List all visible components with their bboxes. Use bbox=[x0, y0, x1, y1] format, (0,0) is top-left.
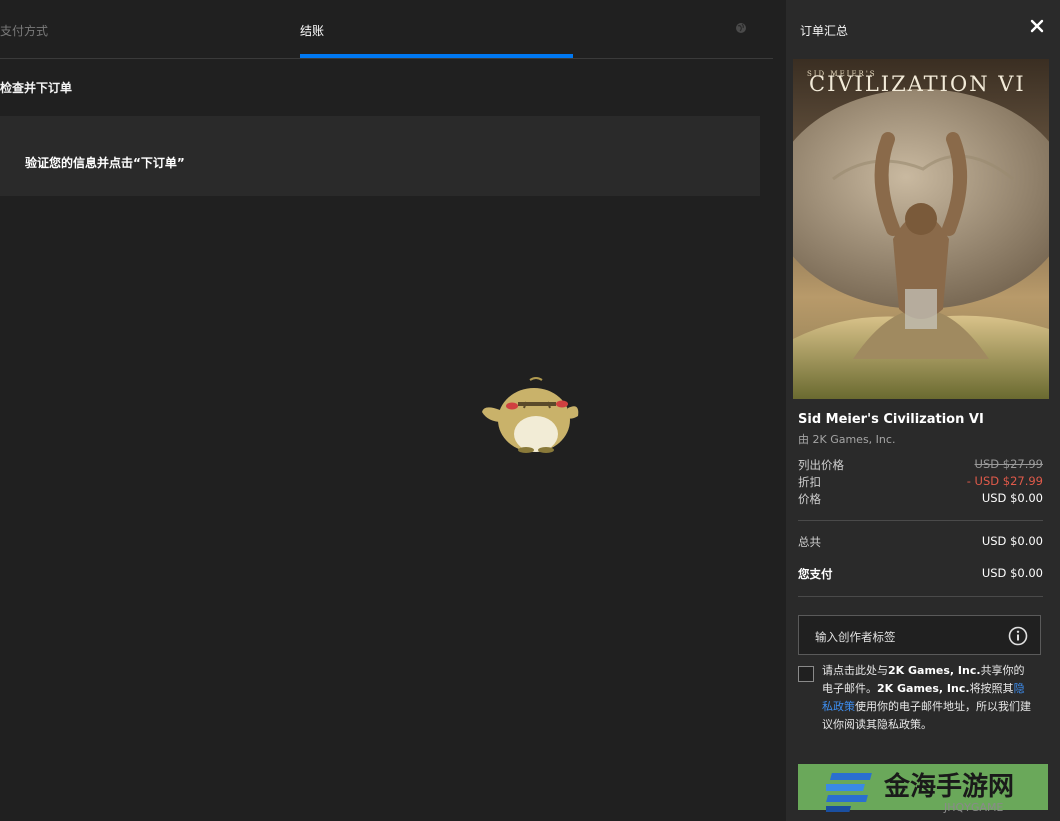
verify-info-text: 验证您的信息并点击“下订单” bbox=[25, 156, 185, 170]
checkout-main: 支付方式 结账 检查并下订单 验证您的信息并点击“下订单” bbox=[0, 0, 786, 821]
order-summary-title: 订单汇总 bbox=[800, 24, 849, 38]
discount-value: - USD $27.99 bbox=[966, 474, 1043, 488]
you-pay-label: 您支付 bbox=[798, 567, 833, 581]
tab-checkout[interactable]: 结账 bbox=[300, 22, 324, 39]
checkout-tabs: 支付方式 结账 bbox=[0, 0, 773, 59]
review-order-title: 检查并下订单 bbox=[0, 81, 73, 95]
total-value: USD $0.00 bbox=[981, 534, 1043, 548]
total-label: 总共 bbox=[798, 535, 821, 549]
share-email-checkbox[interactable] bbox=[798, 666, 814, 682]
verify-info-panel: 验证您的信息并点击“下订单” bbox=[0, 116, 760, 196]
you-pay-row: 您支付 USD $0.00 bbox=[798, 566, 1043, 582]
price-value: USD $0.00 bbox=[981, 491, 1043, 505]
list-price-value: USD $27.99 bbox=[974, 457, 1043, 471]
summary-divider bbox=[798, 596, 1043, 597]
order-summary-panel: 订单汇总 SID MEIER'S CIVILIZATION VI Sid Mei… bbox=[786, 0, 1060, 821]
price-row: 价格 USD $0.00 bbox=[798, 491, 1043, 507]
total-row: 总共 USD $0.00 bbox=[798, 534, 1043, 550]
list-price-row: 列出价格 USD $27.99 bbox=[798, 457, 1043, 473]
discount-label: 折扣 bbox=[798, 475, 821, 489]
share-email-consent-text: 请点击此处与2K Games, Inc.共享你的电子邮件。2K Games, I… bbox=[822, 662, 1032, 734]
cover-art: SID MEIER'S CIVILIZATION VI bbox=[793, 59, 1049, 399]
creator-tag-placeholder: 输入创作者标签 bbox=[815, 630, 896, 644]
publisher: 由 2K Games, Inc. bbox=[798, 433, 896, 446]
creator-tag-input[interactable]: 输入创作者标签 bbox=[798, 615, 1041, 655]
game-cover-image: SID MEIER'S CIVILIZATION VI bbox=[793, 59, 1049, 399]
loading-mascot-icon bbox=[482, 377, 579, 453]
globe-icon[interactable] bbox=[735, 22, 747, 34]
price-label: 价格 bbox=[798, 492, 821, 506]
discount-row: 折扣 - USD $27.99 bbox=[798, 474, 1043, 490]
list-price-label: 列出价格 bbox=[798, 458, 844, 472]
summary-divider bbox=[798, 520, 1043, 521]
game-name: Sid Meier's Civilization VI bbox=[798, 412, 984, 427]
watermark-logo: 金海手游网 JHQYGAME bbox=[826, 771, 1014, 814]
you-pay-value: USD $0.00 bbox=[981, 566, 1043, 580]
watermark-sub: JHQYGAME bbox=[943, 801, 1003, 814]
active-tab-indicator bbox=[300, 54, 573, 58]
consent-publisher: 2K Games, Inc. bbox=[888, 664, 981, 677]
consent-text-part: 将按照其 bbox=[969, 682, 1014, 695]
watermark-text: 金海手游网 bbox=[883, 771, 1014, 802]
cover-title: CIVILIZATION VI bbox=[809, 72, 1026, 96]
tab-payment-method[interactable]: 支付方式 bbox=[0, 22, 48, 39]
consent-text-part: 请点击此处与 bbox=[822, 664, 888, 677]
close-icon[interactable] bbox=[1028, 17, 1046, 35]
info-icon[interactable] bbox=[1008, 626, 1028, 646]
consent-publisher: 2K Games, Inc. bbox=[877, 682, 970, 695]
